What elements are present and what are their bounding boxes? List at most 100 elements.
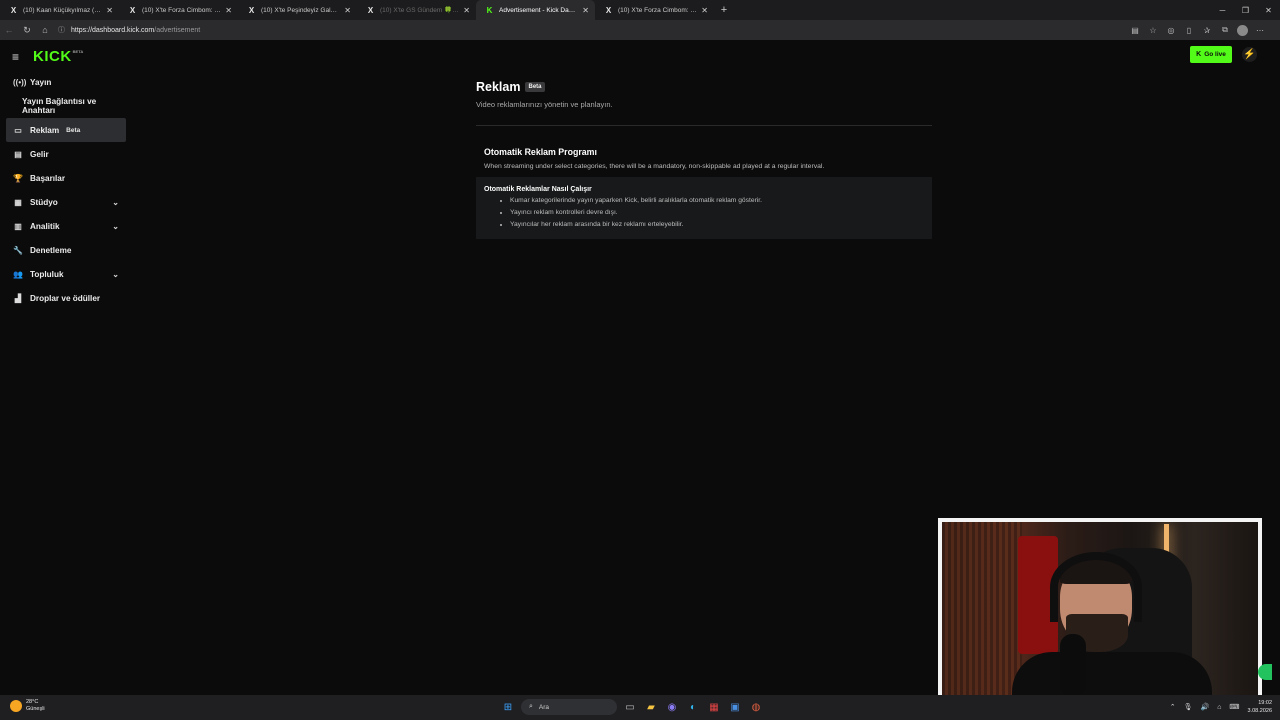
tab-close-icon[interactable]: ✕ [701,6,708,15]
user-avatar[interactable]: ⚡ [1242,47,1257,62]
tab-close-icon[interactable]: ✕ [225,6,232,15]
sidebar-item-label: Başarılar [30,173,66,183]
reader-mode-icon[interactable]: ▤ [1129,26,1141,35]
browser-tab[interactable]: X (10) X'te Forza Cimbom: "Abdulla✕ [595,0,714,20]
how-it-works-item: Yayıncılar her reklam arasında bir kez r… [510,219,924,231]
extension-icon[interactable]: ◎ [1165,26,1177,35]
sidebar-icon: ▦ [14,197,22,207]
close-window-icon[interactable]: ✕ [1257,6,1280,15]
section-description: When streaming under select categories, … [484,163,825,170]
app-l-icon[interactable]: ▣ [727,699,743,715]
tab-favicon-icon: K [486,5,493,15]
sidebar-item-reklam[interactable]: ▭ Reklam Beta [6,118,126,142]
weather-widget[interactable]: 28°C Güneşli [10,699,45,713]
chevron-down-icon[interactable]: ⌄ [112,222,119,231]
obs-icon[interactable]: ◍ [748,699,764,715]
address-bar: ← ↻ ⌂ ⓘ https://dashboard.kick.com /adve… [0,20,1280,40]
new-tab-button[interactable]: + [714,4,734,16]
favorite-star-icon[interactable]: ☆ [1147,26,1159,35]
tab-title: (10) X'te Peşindeyiz Galatasaray! ' [261,6,340,14]
browser-tab[interactable]: X (10) X'te Peşindeyiz Galatasaray! ' ✕ [238,0,357,20]
search-placeholder: Ara [538,703,550,711]
sidebar-item-analitik[interactable]: ▥ Analitik ⌄ [6,214,126,238]
browser-tab[interactable]: X (10) Kaan Küçükyılmaz (@kaankck ✕ [0,0,119,20]
url-host: https://dashboard.kick.com [71,26,155,34]
tab-favicon-icon: X [10,5,17,15]
webcam-image [942,522,1258,696]
calendar-app-icon[interactable]: ▦ [706,699,722,715]
kick-k-icon: K [1196,51,1202,58]
sidebar-item-yayin[interactable]: ((•)) Yayın [6,70,126,94]
back-icon[interactable]: ← [0,25,18,35]
sidebar-item-basarilar[interactable]: 🏆 Başarılar [6,166,126,190]
tab-close-icon[interactable]: ✕ [582,6,589,15]
dashboard-sidebar: ((•)) Yayın Yayın Bağlantısı ve Anahtarı ▭ R… [6,70,126,310]
kick-logo[interactable]: KICKBETA [33,48,83,65]
browser-tab[interactable]: X (10) X'te Forza Cimbom: "Galatasa✕ [119,0,238,20]
browser-tab[interactable]: X (10) X'te GS Gündem 🍀 / ⚽ Gal ✕ [357,0,476,20]
keyboard-icon[interactable]: ⌨ [1229,703,1239,711]
page-title: Reklam [476,80,521,94]
minimize-icon[interactable]: ─ [1211,6,1234,15]
sidebar-item-topluluk[interactable]: 👥 Topluluk ⌄ [6,262,126,286]
sidebar-item-label: Denetleme [30,245,72,255]
sidebar-beta-badge: Beta [66,126,81,134]
profile-avatar[interactable] [1237,24,1248,36]
browser-tab[interactable]: K Advertisement - Kick Dashboard ✕ [476,0,595,20]
sidebar-item-label: Stüdyo [30,197,58,207]
search-icon: ⌕ [529,703,533,710]
tray-chevron-icon[interactable]: ⌃ [1170,703,1176,711]
volume-icon[interactable]: 🔊 [1200,703,1209,711]
split-screen-icon[interactable]: ▯ [1183,26,1195,35]
file-explorer-icon[interactable]: ▰ [643,699,659,715]
windows-start-icon[interactable]: ⊞ [500,699,516,715]
reload-icon[interactable]: ↻ [18,25,36,36]
chevron-down-icon[interactable]: ⌄ [112,270,119,279]
dashboard-header-left: ≡ KICKBETA [12,48,83,65]
sidebar-item-droplar[interactable]: ▟ Droplar ve ödüller [6,286,126,310]
weather-text: Güneşli [26,706,45,712]
clock[interactable]: 19:02 3.08.2026 [1248,699,1272,715]
edge-browser-icon[interactable]: ◐ [685,699,701,715]
task-view-icon[interactable]: ▭ [622,699,638,715]
sidebar-item-label: Droplar ve ödüller [30,293,101,303]
sidebar-item-denetleme[interactable]: 🔧 Denetleme [6,238,126,262]
home-icon[interactable]: ⌂ [36,25,54,35]
how-it-works-box: Otomatik Reklamlar Nasıl Çalışır Kumar k… [476,177,932,239]
tab-title: (10) Kaan Küçükyılmaz (@kaankck [23,6,102,14]
app-icon[interactable]: ◉ [664,699,680,715]
browser-toolbar-icons: ▤ ☆ ◎ ▯ ✰ ⧉ ⋯ [1129,20,1266,40]
favorites-icon[interactable]: ✰ [1201,26,1213,35]
collections-icon[interactable]: ⧉ [1219,25,1231,35]
hamburger-menu-icon[interactable]: ≡ [12,50,26,64]
floating-chat-button[interactable] [1258,664,1272,680]
sidebar-icon: ▤ [14,149,22,159]
restore-icon[interactable]: ❐ [1234,6,1257,15]
sidebar-item-gelir[interactable]: ▤ Gelir [6,142,126,166]
tab-close-icon[interactable]: ✕ [106,6,113,15]
sidebar-item-studyo[interactable]: ▦ Stüdyo ⌄ [6,190,126,214]
taskbar-search[interactable]: ⌕ Ara [521,699,617,715]
url-path: /advertisement [154,26,201,34]
tab-close-icon[interactable]: ✕ [344,6,351,15]
temperature: 28°C [26,699,39,705]
more-menu-icon[interactable]: ⋯ [1254,26,1266,35]
tab-title: (10) X'te Forza Cimbom: "Galatasa [142,6,222,14]
auto-ad-section: Otomatik Reklam Programı When streaming … [476,147,932,170]
url-field[interactable]: ⓘ https://dashboard.kick.com /advertisem… [58,25,200,35]
kick-logo-text: KICK [33,48,72,65]
sidebar-icon: 🏆 [13,173,23,183]
page-title-row: Reklam Beta [476,80,932,94]
go-live-button[interactable]: K Go live [1190,46,1232,63]
microphone-icon[interactable]: 🎙 [1184,703,1193,711]
tab-favicon-icon: X [129,5,136,15]
site-info-icon[interactable]: ⓘ [58,25,65,35]
divider [476,125,932,126]
browser-tab-strip: X (10) Kaan Küçükyılmaz (@kaankck ✕ X (10) X… [0,0,1280,20]
chevron-down-icon[interactable]: ⌄ [112,198,119,207]
network-icon[interactable]: ⌂ [1217,704,1221,711]
tab-close-icon[interactable]: ✕ [463,6,470,15]
clock-time: 19:02 [1258,700,1272,706]
sidebar-item-yayin-baglantisi[interactable]: Yayın Bağlantısı ve Anahtarı [6,94,126,118]
sidebar-item-label: Yayın [30,77,52,87]
